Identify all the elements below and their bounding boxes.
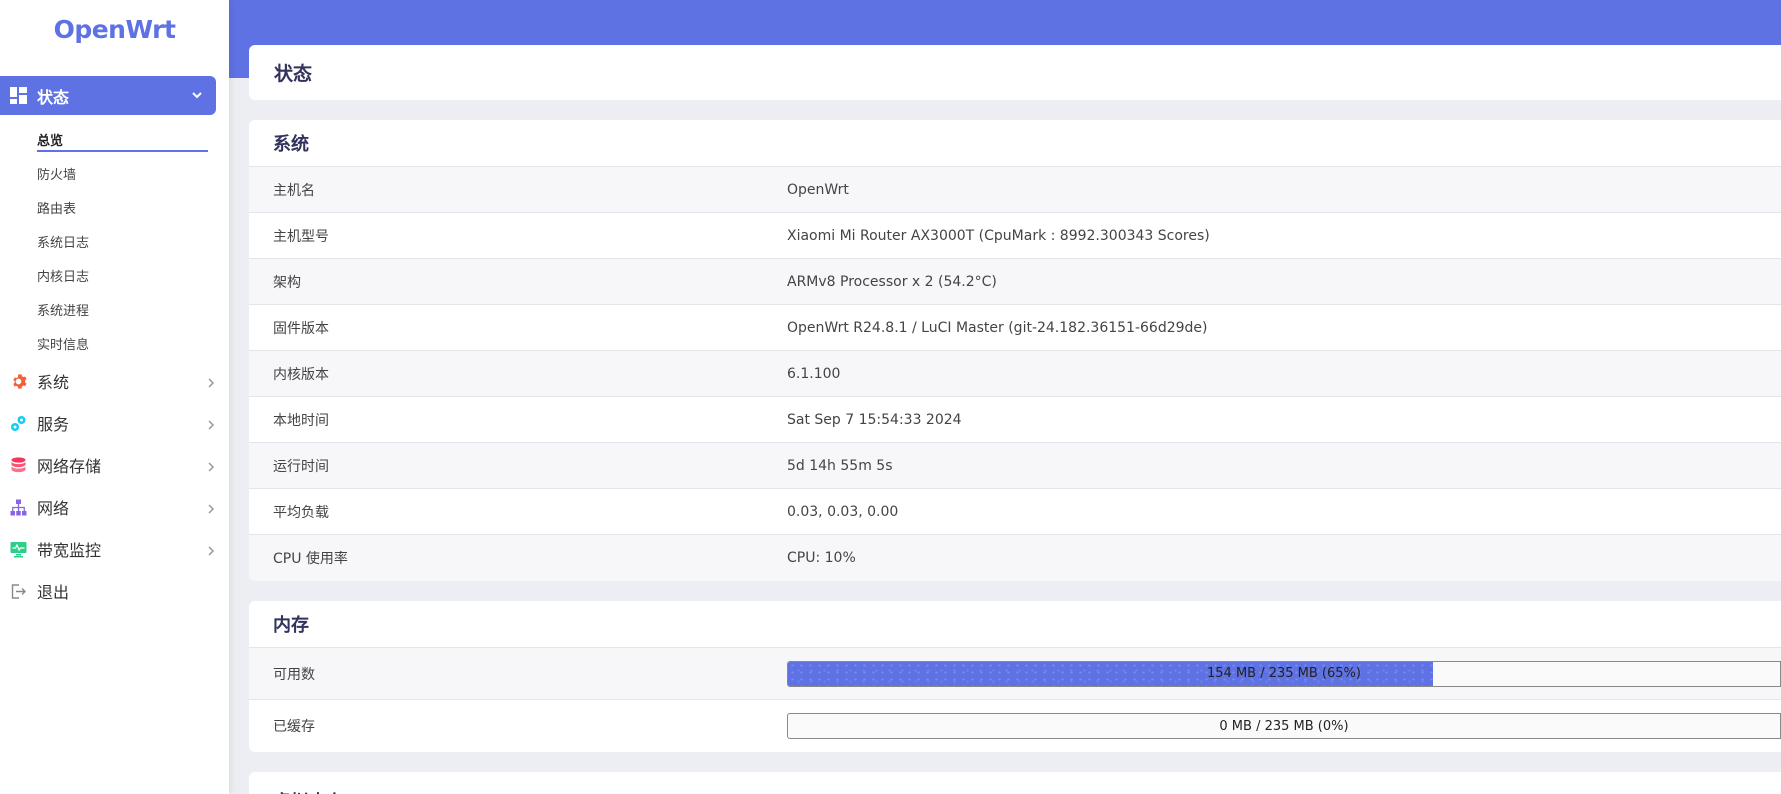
chevron-right-icon — [205, 458, 217, 477]
section-title-system: 系统 — [249, 120, 1781, 167]
sidebar-item-bandwidth[interactable]: 带宽监控 — [0, 528, 229, 570]
section-title-swap: 虚拟内存 — [249, 772, 1781, 794]
submenu-item-syslog[interactable]: 系统日志 — [0, 224, 229, 258]
row-key: 本地时间 — [273, 412, 329, 429]
row-key: 平均负载 — [273, 504, 329, 521]
submenu-item-routes[interactable]: 路由表 — [0, 190, 229, 224]
row-value: ARMv8 Processor x 2 (54.2°C) — [787, 273, 997, 290]
sidebar-item-logout[interactable]: 退出 — [0, 570, 229, 612]
sidebar-item-label: 状态 — [37, 87, 70, 107]
sidebar-item-status[interactable]: 状态 — [0, 76, 216, 115]
brand-logo[interactable]: OpenWrt — [0, 0, 229, 58]
gear-icon — [9, 372, 27, 390]
submenu-item-firewall[interactable]: 防火墙 — [0, 156, 229, 190]
system-table: 主机名 OpenWrt 主机型号 Xiaomi Mi Router AX3000T … — [249, 167, 1781, 581]
sidebar-item-label: 网络 — [37, 499, 70, 518]
page-title: 状态 — [249, 45, 1781, 100]
row-value: CPU: 10% — [787, 550, 856, 566]
sidebar-item-label: 网络存储 — [37, 457, 102, 476]
chevron-right-icon — [205, 500, 217, 519]
submenu-item-overview[interactable]: 总览 — [0, 122, 229, 156]
submenu-item-kernel-log[interactable]: 内核日志 — [0, 258, 229, 292]
main-content: 状态 系统 主机名 OpenWrt 主机型号 Xiaomi Mi Router AX… — [249, 45, 1781, 794]
row-key: 可用数 — [273, 666, 315, 683]
row-key: CPU 使用率 — [273, 551, 348, 567]
row-key: 已缓存 — [273, 719, 315, 735]
sidebar-item-label: 退出 — [37, 583, 70, 602]
table-row: CPU 使用率 CPU: 10% — [249, 535, 1781, 581]
memory-available-bar: 154 MB / 235 MB (65%) — [787, 660, 1781, 687]
row-value: 0.03, 0.03, 0.00 — [787, 503, 899, 520]
section-title-memory: 内存 — [249, 601, 1781, 648]
sidebar-item-label: 服务 — [37, 415, 70, 434]
system-section: 系统 主机名 OpenWrt 主机型号 Xiaomi Mi Router AX300… — [249, 120, 1781, 581]
logout-icon — [9, 582, 27, 600]
sidebar: OpenWrt 状态 总览 防火墙 路由表 系统日志 内核日志 系统进程 实时信… — [0, 0, 229, 794]
row-key: 主机名 — [273, 182, 315, 199]
row-key: 架构 — [273, 274, 301, 291]
table-row: 固件版本 OpenWrt R24.8.1 / LuCI Master (git-2… — [249, 305, 1781, 351]
row-value: Xiaomi Mi Router AX3000T (CpuMark : 8992… — [787, 227, 1210, 244]
submenu-item-processes[interactable]: 系统进程 — [0, 292, 229, 326]
network-icon — [9, 498, 27, 516]
services-icon — [9, 414, 27, 432]
memory-table: 可用数 154 MB / 235 MB (65%) 已缓存 0 MB / 235… — [249, 648, 1781, 752]
status-submenu: 总览 防火墙 路由表 系统日志 内核日志 系统进程 实时信息 — [0, 122, 229, 360]
sidebar-item-label: 带宽监控 — [37, 541, 102, 560]
dashboard-icon — [9, 87, 27, 105]
sidebar-item-services[interactable]: 服务 — [0, 402, 229, 444]
table-row: 主机型号 Xiaomi Mi Router AX3000T (CpuMark : … — [249, 213, 1781, 259]
table-row: 主机名 OpenWrt — [249, 167, 1781, 213]
row-value: Sat Sep 7 15:54:33 2024 — [787, 411, 962, 428]
chevron-down-icon — [190, 87, 204, 106]
row-key: 主机型号 — [273, 228, 329, 245]
chevron-right-icon — [205, 542, 217, 561]
table-row: 平均负载 0.03, 0.03, 0.00 — [249, 489, 1781, 535]
chevron-right-icon — [205, 374, 217, 393]
memory-section: 内存 可用数 154 MB / 235 MB (65%) 已缓存 0 MB / … — [249, 601, 1781, 752]
table-row: 本地时间 Sat Sep 7 15:54:33 2024 — [249, 397, 1781, 443]
table-row: 内核版本 6.1.100 — [249, 351, 1781, 397]
progress-text: 154 MB / 235 MB (65%) — [1207, 666, 1361, 681]
row-key: 内核版本 — [273, 366, 329, 383]
row-key: 固件版本 — [273, 320, 329, 337]
row-key: 运行时间 — [273, 458, 329, 475]
submenu-item-realtime[interactable]: 实时信息 — [0, 326, 229, 360]
progress-text: 0 MB / 235 MB (0%) — [1219, 718, 1349, 734]
table-row: 架构 ARMv8 Processor x 2 (54.2°C) — [249, 259, 1781, 305]
sidebar-item-label: 系统 — [37, 373, 70, 392]
row-value: 6.1.100 — [787, 365, 841, 382]
database-icon — [9, 456, 27, 474]
row-value: OpenWrt — [787, 181, 849, 198]
sidebar-item-nas[interactable]: 网络存储 — [0, 444, 229, 486]
sidebar-item-system[interactable]: 系统 — [0, 360, 229, 402]
row-value: 5d 14h 55m 5s — [787, 457, 893, 474]
memory-cached-bar: 0 MB / 235 MB (0%) — [787, 713, 1781, 739]
sidebar-item-network[interactable]: 网络 — [0, 486, 229, 528]
table-row: 运行时间 5d 14h 55m 5s — [249, 443, 1781, 489]
monitor-icon — [9, 540, 27, 558]
chevron-right-icon — [205, 416, 217, 435]
table-row: 可用数 154 MB / 235 MB (65%) — [249, 648, 1781, 700]
table-row: 已缓存 0 MB / 235 MB (0%) — [249, 700, 1781, 752]
row-value: OpenWrt R24.8.1 / LuCI Master (git-24.18… — [787, 319, 1208, 336]
